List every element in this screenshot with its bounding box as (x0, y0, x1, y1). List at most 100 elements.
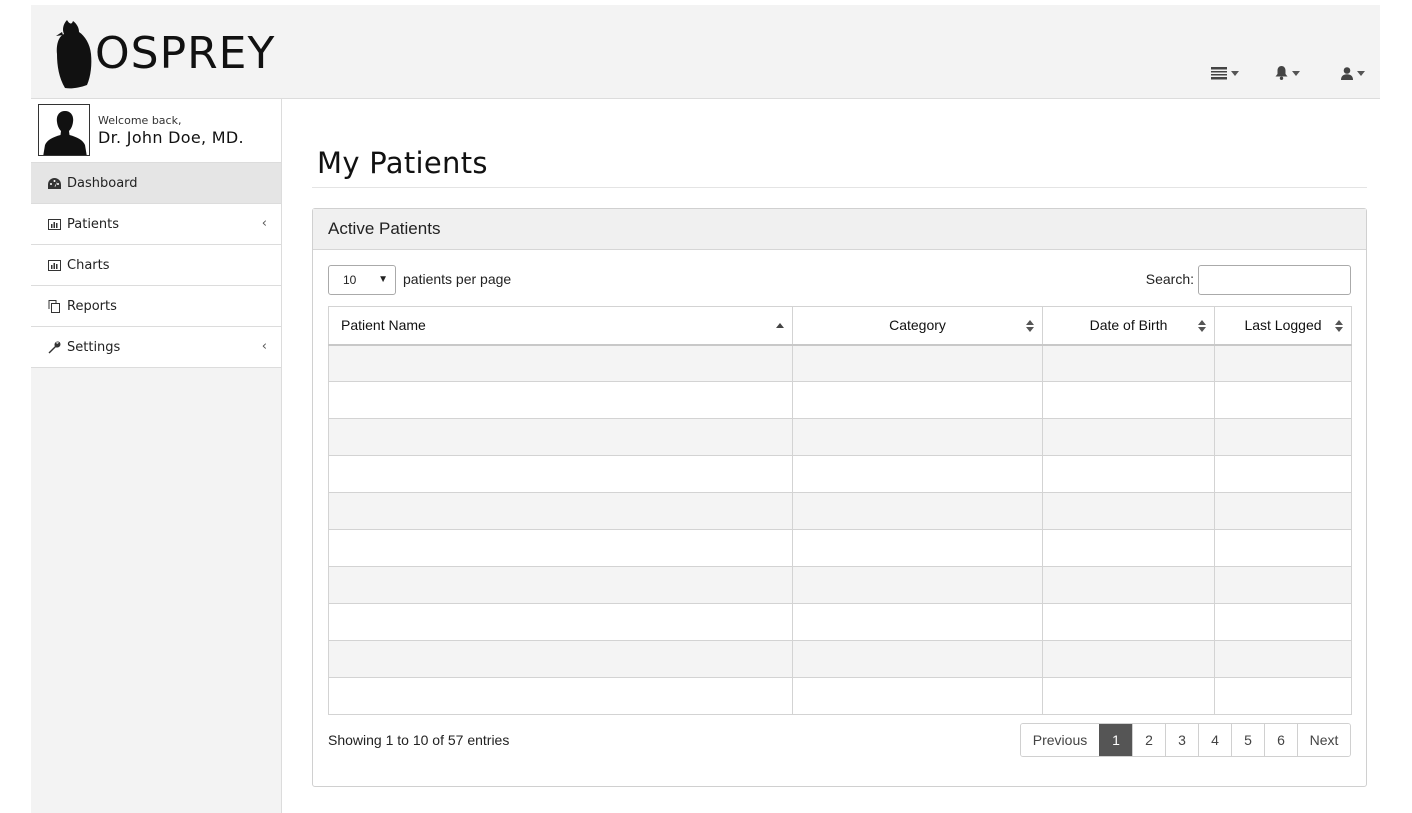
bar-chart-icon (47, 258, 61, 272)
table-cell (792, 529, 1043, 567)
bell-icon (1275, 66, 1288, 80)
page-button-2[interactable]: 2 (1132, 724, 1165, 756)
table-cell (1042, 529, 1215, 567)
welcome-text: Welcome back, (98, 114, 182, 127)
active-patients-panel: Active Patients 10 ▼ patients per page S… (312, 208, 1367, 787)
table-cell (1042, 455, 1215, 493)
list-icon (1211, 66, 1227, 79)
page-button-1[interactable]: 1 (1099, 724, 1132, 756)
table-cell (328, 418, 793, 456)
table-cell (1214, 566, 1352, 604)
table-cell (1214, 603, 1352, 641)
user-name: Dr. John Doe, MD. (98, 128, 244, 147)
user-icon (1341, 66, 1353, 80)
table-row[interactable] (328, 566, 1352, 604)
sidebar-item-dashboard[interactable]: Dashboard (31, 163, 281, 204)
sidebar-item-charts[interactable]: Charts (31, 245, 281, 286)
table-row[interactable] (328, 492, 1352, 530)
table-cell (328, 640, 793, 678)
wrench-icon (47, 340, 61, 354)
user-silhouette-icon (43, 111, 87, 155)
user-panel: Welcome back, Dr. John Doe, MD. (31, 99, 281, 163)
table-cell (1042, 418, 1215, 456)
table-cell (1214, 677, 1352, 715)
osprey-logo[interactable]: OSPREY (53, 17, 275, 91)
table-row[interactable] (328, 529, 1352, 567)
sort-both-icon (1198, 320, 1206, 332)
table-info: Showing 1 to 10 of 57 entries (328, 732, 510, 748)
table-row[interactable] (328, 677, 1352, 715)
table-row[interactable] (328, 418, 1352, 456)
table-cell (328, 677, 793, 715)
table-cell (792, 492, 1043, 530)
sidebar-item-reports[interactable]: Reports (31, 286, 281, 327)
table-cell (792, 381, 1043, 419)
page-button-4[interactable]: 4 (1198, 724, 1231, 756)
table-cell (1042, 344, 1215, 382)
copy-icon (47, 299, 61, 313)
chevron-left-icon: ‹ (261, 216, 267, 231)
user-menu-toggle[interactable] (1341, 65, 1365, 81)
table-row[interactable] (328, 603, 1352, 641)
table-cell (1214, 640, 1352, 678)
table-cell (792, 418, 1043, 456)
table-cell (1042, 677, 1215, 715)
panel-heading: Active Patients (313, 209, 1366, 250)
table-cell (1214, 344, 1352, 382)
column-header-label: Category (889, 317, 946, 334)
table-cell (792, 566, 1043, 604)
per-page-label: patients per page (403, 271, 512, 287)
table-row[interactable] (328, 344, 1352, 382)
sort-both-icon (1335, 320, 1343, 332)
patients-table: Patient Name Category Date of Birth Last… (328, 306, 1352, 715)
table-cell (1042, 640, 1215, 678)
column-header-date-of-birth[interactable]: Date of Birth (1042, 306, 1215, 346)
sort-both-icon (1026, 320, 1034, 332)
sidebar-item-patients[interactable]: Patients ‹ (31, 204, 281, 245)
table-body (328, 344, 1352, 715)
table-cell (328, 529, 793, 567)
table-cell (1214, 529, 1352, 567)
page-button-3[interactable]: 3 (1165, 724, 1198, 756)
notifications-menu-toggle[interactable] (1275, 65, 1300, 81)
chevron-down-icon (1292, 70, 1300, 76)
column-header-patient-name[interactable]: Patient Name (328, 306, 793, 346)
table-cell (328, 455, 793, 493)
osprey-bird-icon (56, 20, 92, 89)
bar-chart-icon (47, 217, 61, 231)
tasks-menu-toggle[interactable] (1211, 65, 1239, 81)
page-button-5[interactable]: 5 (1231, 724, 1264, 756)
column-header-last-logged[interactable]: Last Logged (1214, 306, 1352, 346)
sidebar-item-label: Reports (67, 298, 117, 314)
sidebar-item-label: Patients (67, 216, 120, 232)
table-row[interactable] (328, 455, 1352, 493)
column-header-category[interactable]: Category (792, 306, 1043, 346)
table-cell (1214, 381, 1352, 419)
per-page-select[interactable]: 10 ▼ (328, 265, 396, 295)
sidebar: Welcome back, Dr. John Doe, MD. Dashboar… (31, 99, 282, 813)
table-cell (328, 492, 793, 530)
sidebar-item-settings[interactable]: Settings ‹ (31, 327, 281, 368)
previous-page-button[interactable]: Previous (1021, 724, 1099, 756)
table-row[interactable] (328, 640, 1352, 678)
app-window: OSPREY Welcome back, Dr. John Doe, MD. D… (31, 5, 1380, 813)
table-cell (1214, 455, 1352, 493)
table-cell (1042, 492, 1215, 530)
table-cell (328, 603, 793, 641)
sidebar-item-label: Dashboard (67, 175, 138, 191)
column-header-label: Patient Name (341, 317, 426, 334)
table-row[interactable] (328, 381, 1352, 419)
page-button-6[interactable]: 6 (1264, 724, 1297, 756)
search-input[interactable] (1198, 265, 1351, 295)
search-label: Search: (1145, 271, 1194, 287)
dashboard-icon (47, 176, 61, 190)
per-page-value: 10 (343, 273, 357, 287)
sidebar-item-label: Charts (67, 257, 110, 273)
top-header: OSPREY (31, 5, 1380, 99)
next-page-button[interactable]: Next (1297, 724, 1350, 756)
column-header-label: Date of Birth (1089, 317, 1168, 334)
table-cell (1042, 603, 1215, 641)
table-cell (1042, 566, 1215, 604)
table-cell (1214, 492, 1352, 530)
sidebar-item-label: Settings (67, 339, 121, 355)
